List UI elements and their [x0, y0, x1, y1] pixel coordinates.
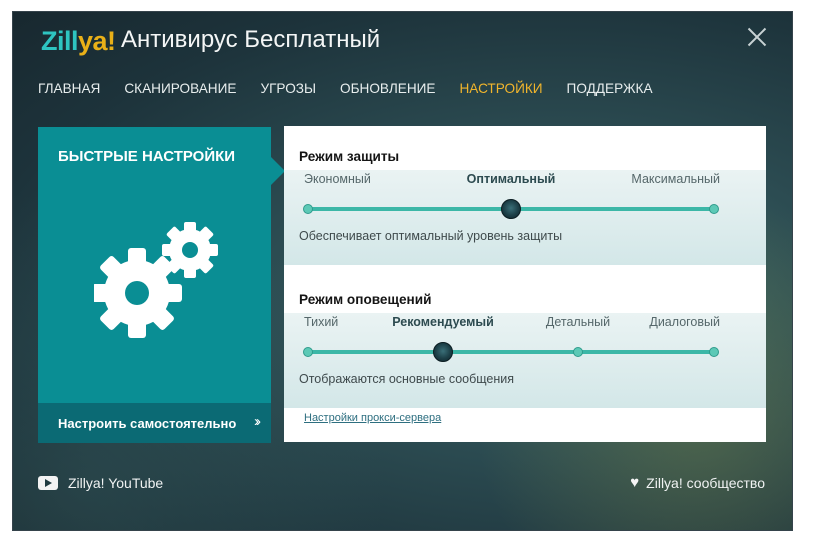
nav-support[interactable]: ПОДДЕРЖКА	[567, 81, 653, 96]
notification-mode-band: Тихий Рекомендуемый Детальный Диалоговый…	[284, 313, 766, 408]
nav-update[interactable]: ОБНОВЛЕНИЕ	[340, 81, 435, 96]
notification-slider-track[interactable]	[308, 350, 714, 354]
notification-level-recommended[interactable]: Рекомендуемый	[392, 315, 494, 329]
youtube-link[interactable]: Zillya! YouTube	[38, 475, 163, 491]
notification-level-dialog[interactable]: Диалоговый	[649, 315, 720, 329]
double-chevron-right-icon: ››	[254, 413, 261, 430]
proxy-settings-link[interactable]: Настройки прокси-сервера	[304, 412, 441, 424]
protection-mode-band: Экономный Оптимальный Максимальный Обесп…	[284, 170, 766, 265]
zillya-logo: Zillya!	[41, 26, 116, 56]
quick-settings-title: БЫСТРЫЕ НАСТРОЙКИ	[58, 148, 236, 165]
customize-label: Настроить самостоятельно	[58, 416, 237, 431]
protection-level-maximum[interactable]: Максимальный	[631, 172, 720, 186]
nav-main[interactable]: ГЛАВНАЯ	[38, 81, 100, 96]
app-title: Антивирус Бесплатный	[121, 26, 381, 53]
protection-mode-title: Режим защиты	[299, 149, 400, 164]
main-nav: ГЛАВНАЯ СКАНИРОВАНИЕ УГРОЗЫ ОБНОВЛЕНИЕ Н…	[38, 81, 653, 96]
notification-level-detailed[interactable]: Детальный	[546, 315, 610, 329]
notification-slider-stop[interactable]	[709, 347, 719, 357]
quick-settings-pointer	[271, 157, 285, 185]
notification-mode-title: Режим оповещений	[299, 292, 432, 307]
youtube-icon	[38, 476, 58, 490]
protection-slider-stop[interactable]	[303, 204, 313, 214]
quick-settings-panel: БЫСТРЫЕ НАСТРОЙКИ Настроить самостоятель…	[38, 127, 285, 443]
notification-slider-stop[interactable]	[573, 347, 583, 357]
nav-scan[interactable]: СКАНИРОВАНИЕ	[124, 81, 236, 96]
heart-icon: ♥	[630, 474, 640, 491]
protection-mode-description: Обеспечивает оптимальный уровень защиты	[299, 229, 563, 243]
notification-level-quiet[interactable]: Тихий	[304, 315, 338, 329]
nav-threats[interactable]: УГРОЗЫ	[260, 81, 316, 96]
community-label: Zillya! сообщество	[646, 475, 765, 491]
notification-slider-handle[interactable]	[433, 342, 453, 362]
protection-level-optimal[interactable]: Оптимальный	[467, 172, 556, 186]
protection-slider-stop[interactable]	[709, 204, 719, 214]
community-link[interactable]: ♥ Zillya! сообщество	[630, 475, 765, 491]
gears-icon	[94, 222, 218, 338]
app-window: Zillya! Антивирус Бесплатный ГЛАВНАЯ СКА…	[12, 11, 793, 531]
nav-settings[interactable]: НАСТРОЙКИ	[459, 81, 542, 96]
notification-mode-description: Отображаются основные сообщения	[299, 372, 515, 386]
close-icon[interactable]	[746, 26, 768, 48]
customize-button[interactable]: Настроить самостоятельно ››	[38, 403, 271, 443]
settings-panel: Режим защиты Экономный Оптимальный Макси…	[284, 126, 766, 442]
notification-slider-stop[interactable]	[303, 347, 313, 357]
youtube-label: Zillya! YouTube	[68, 475, 164, 491]
protection-level-economy[interactable]: Экономный	[304, 172, 371, 186]
protection-slider-handle[interactable]	[501, 199, 521, 219]
